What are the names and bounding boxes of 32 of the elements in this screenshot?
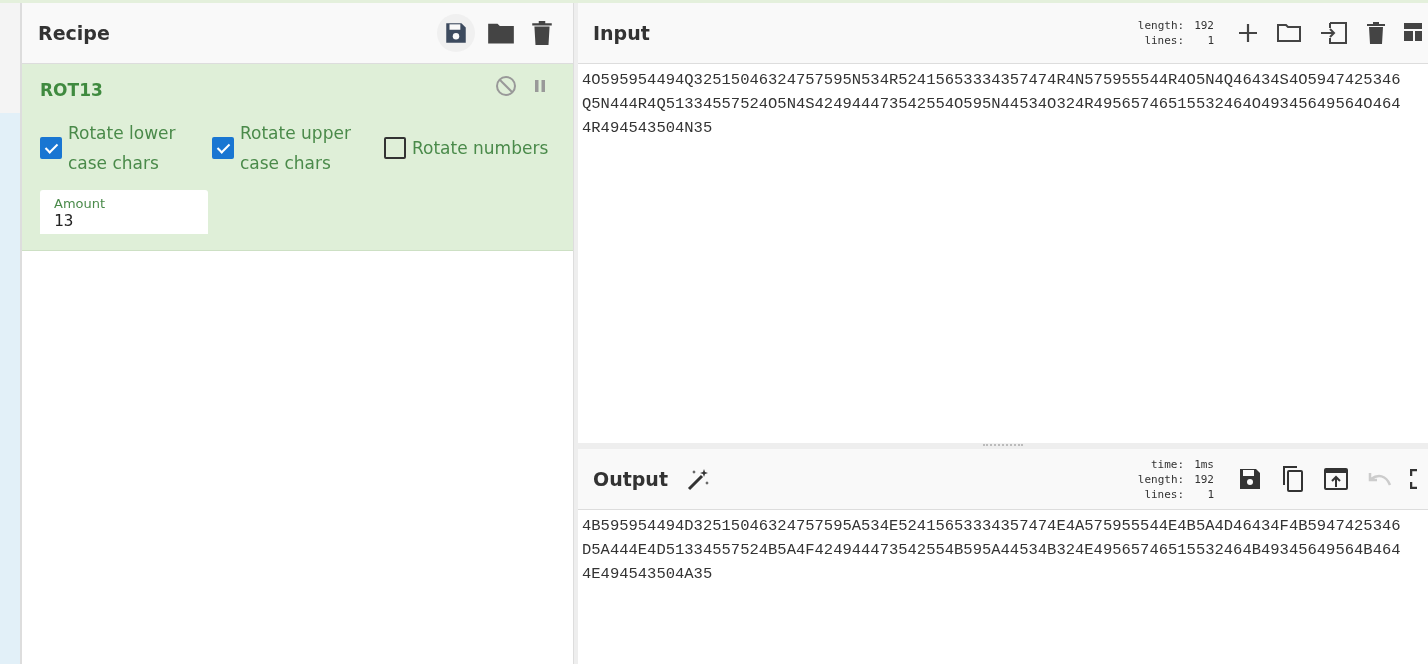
checkbox[interactable] (384, 137, 406, 159)
add-icon[interactable] (1238, 23, 1258, 43)
stat-label: length: (1137, 18, 1185, 33)
stat-label: length: (1137, 471, 1185, 487)
folder-icon[interactable] (1276, 22, 1302, 44)
replace-input-icon[interactable] (1324, 467, 1348, 491)
save-icon[interactable] (437, 14, 475, 52)
stat-value: 1ms (1194, 456, 1214, 472)
stat-label: lines: (1143, 33, 1185, 48)
panel-title: Recipe (38, 22, 110, 44)
stat-value: 1 (1206, 486, 1214, 502)
panel-title: Output (593, 468, 668, 490)
checkbox-label: Rotate upper case chars (240, 122, 352, 175)
stat-value: 1 (1206, 33, 1214, 48)
stat-label: time: (1150, 456, 1185, 472)
stat-value: 192 (1194, 471, 1214, 487)
save-icon[interactable] (1238, 467, 1262, 491)
checkbox[interactable] (212, 137, 234, 159)
import-icon[interactable] (1320, 21, 1348, 45)
checkbox-label: Rotate lower case chars (68, 122, 177, 175)
checkbox-label: Rotate numbers (412, 137, 549, 160)
operation-name: ROT13 (40, 80, 103, 100)
checkbox[interactable] (40, 137, 62, 159)
output-text: 4B595954494D32515046324757595A534E52415653334357474E4A575955544E4B5A4D46434F4B5947425346 D5A444E4D51334557524B5A4F424944473542554B595A44534B324E49565746515532464B49345649564B464 4E494543504A35 (581, 516, 1402, 585)
input-text[interactable]: 4O595954494Q32515046324757595N534R52415653334357474R4N575955544R4O5N4Q46434S4O5947425346 Q5N444R4Q51334557524O5N4S424944473542554O595N44534O324R49565746515532464O49345649564O464 4R494543504N35 (578, 64, 1428, 144)
panel-title: Input (593, 22, 650, 44)
copy-icon[interactable] (1280, 465, 1306, 493)
delete-icon[interactable] (1366, 21, 1386, 45)
stat-label: lines: (1143, 486, 1185, 502)
layout-icon[interactable] (1404, 22, 1422, 44)
amount-field[interactable]: Amount 13 (40, 190, 208, 234)
stat-value: 192 (1194, 18, 1214, 33)
